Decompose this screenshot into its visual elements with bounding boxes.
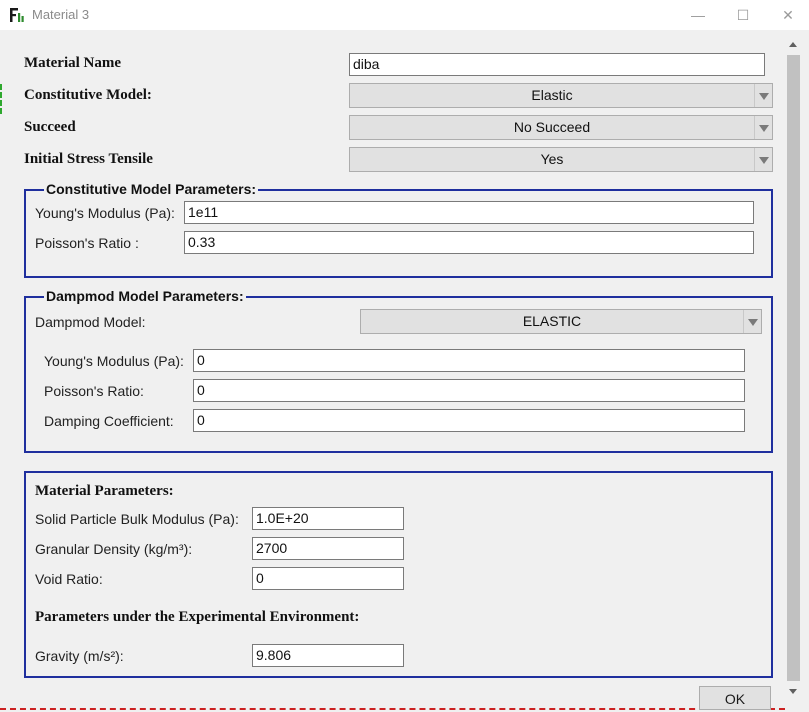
scrollbar-thumb[interactable] xyxy=(787,55,800,681)
damping-coefficient-input[interactable]: 0 xyxy=(193,409,745,432)
succeed-select[interactable]: No Succeed xyxy=(349,115,773,140)
chevron-down-icon xyxy=(754,148,772,171)
dampmod-youngs-label: Young's Modulus (Pa): xyxy=(44,353,184,369)
title-bar: Material 3 — ☐ ✕ xyxy=(0,0,809,30)
bulk-modulus-input[interactable]: 1.0E+20 xyxy=(252,507,404,530)
initial-stress-select[interactable]: Yes xyxy=(349,147,773,172)
cm-poisson-label: Poisson's Ratio : xyxy=(35,235,139,251)
gravity-label: Gravity (m/s²): xyxy=(35,648,124,664)
window-title: Material 3 xyxy=(32,7,90,22)
succeed-value: No Succeed xyxy=(513,119,591,135)
dampmod-model-value: ELASTIC xyxy=(522,313,582,329)
material-params-title: Material Parameters: xyxy=(35,483,174,499)
granular-density-label: Granular Density (kg/m³): xyxy=(35,541,193,557)
constitutive-params-title: Constitutive Model Parameters: xyxy=(44,181,259,197)
constitutive-model-select[interactable]: Elastic xyxy=(349,83,773,108)
succeed-label: Succeed xyxy=(24,119,76,135)
dampmod-youngs-input[interactable]: 0 xyxy=(193,349,745,372)
dampmod-model-select[interactable]: ELASTIC xyxy=(360,309,762,334)
granular-density-input[interactable]: 2700 xyxy=(252,537,404,560)
dampmod-poisson-label: Poisson's Ratio: xyxy=(44,383,144,399)
ok-button[interactable]: OK xyxy=(699,686,771,710)
void-ratio-input[interactable]: 0 xyxy=(252,567,404,590)
minimize-button[interactable]: — xyxy=(675,0,721,30)
bulk-modulus-label: Solid Particle Bulk Modulus (Pa): xyxy=(35,511,239,527)
material-name-input[interactable]: diba xyxy=(349,53,765,76)
close-button[interactable]: ✕ xyxy=(765,0,809,30)
damping-coefficient-label: Damping Coefficient: xyxy=(44,413,174,429)
dampmod-poisson-input[interactable]: 0 xyxy=(193,379,745,402)
experimental-env-title: Parameters under the Experimental Enviro… xyxy=(35,609,360,625)
scroll-up-icon[interactable] xyxy=(785,36,802,53)
initial-stress-value: Yes xyxy=(540,151,564,167)
focus-marker xyxy=(0,84,3,114)
chevron-down-icon xyxy=(754,116,772,139)
gravity-input[interactable]: 9.806 xyxy=(252,644,404,667)
maximize-button[interactable]: ☐ xyxy=(720,0,766,30)
chevron-down-icon xyxy=(754,84,772,107)
app-icon xyxy=(10,8,24,22)
cm-youngs-input[interactable]: 1e11 xyxy=(184,201,754,224)
chevron-down-icon xyxy=(743,310,761,333)
material-name-label: Material Name xyxy=(24,55,122,71)
dampmod-model-label: Dampmod Model: xyxy=(35,314,146,330)
cm-poisson-input[interactable]: 0.33 xyxy=(184,231,754,254)
scroll-down-icon[interactable] xyxy=(785,683,802,700)
vertical-scrollbar[interactable] xyxy=(785,36,802,700)
void-ratio-label: Void Ratio: xyxy=(35,571,103,587)
dampmod-params-title: Dampmod Model Parameters: xyxy=(44,288,246,304)
constitutive-model-value: Elastic xyxy=(531,87,573,103)
bottom-marker xyxy=(0,708,785,710)
cm-youngs-label: Young's Modulus (Pa): xyxy=(35,205,175,221)
initial-stress-label: Initial Stress Tensile xyxy=(24,151,153,167)
constitutive-model-label: Constitutive Model: xyxy=(24,87,152,103)
